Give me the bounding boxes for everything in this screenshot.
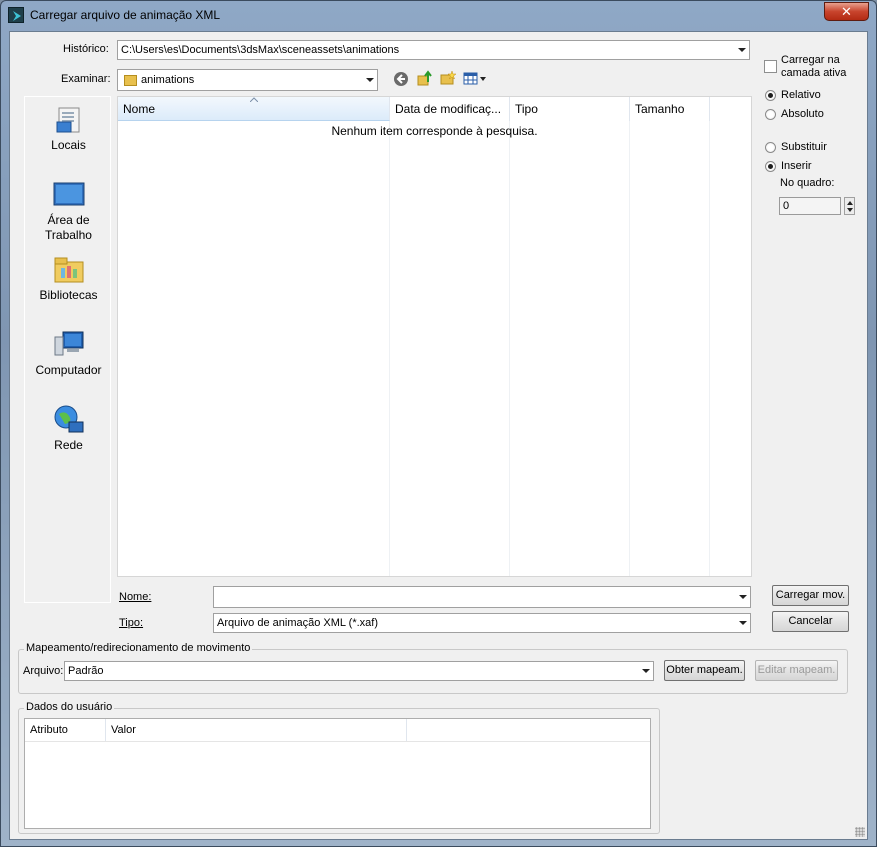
place-network[interactable]: Rede [25, 404, 112, 453]
place-label: Rede [54, 438, 83, 452]
mapping-file-select[interactable]: Padrão [64, 661, 654, 681]
history-value: C:\Users\es\Documents\3dsMax\sceneassets… [121, 44, 400, 56]
header-divider [25, 741, 650, 742]
column-label: Valor [111, 724, 136, 736]
column-header-value[interactable]: Valor [106, 719, 407, 741]
column-label: Nome [123, 102, 156, 116]
filetype-select[interactable]: Arquivo de animação XML (*.xaf) [213, 613, 751, 633]
mapping-group-title: Mapeamento/redirecionamento de movimento [24, 642, 253, 654]
chevron-down-icon [738, 48, 746, 52]
column-divider [629, 121, 630, 576]
at-frame-label: No quadro: [780, 177, 835, 189]
filetype-value: Arquivo de animação XML (*.xaf) [217, 617, 378, 629]
insert-radio[interactable] [765, 161, 776, 172]
filetype-label: Tipo: [119, 617, 144, 629]
place-desktop[interactable]: Área de Trabalho [25, 179, 112, 243]
empty-message: Nenhum item corresponde à pesquisa. [331, 124, 538, 138]
replace-label: Substituir [781, 141, 827, 153]
lookin-combobox[interactable]: animations [117, 69, 378, 91]
lookin-label: Examinar: [61, 73, 111, 85]
new-folder-icon[interactable] [440, 70, 457, 86]
relative-label: Relativo [781, 89, 821, 101]
absolute-label: Absoluto [781, 108, 824, 120]
view-menu-icon[interactable] [463, 71, 489, 87]
computer-icon [53, 329, 85, 361]
chevron-down-icon [642, 669, 650, 673]
column-header-size[interactable]: Tamanho [630, 97, 710, 121]
relative-radio[interactable] [765, 90, 776, 101]
place-label: Computador [35, 363, 102, 377]
network-icon [53, 404, 85, 436]
column-label: Data de modificaç... [395, 102, 502, 116]
column-label: Atributo [30, 724, 68, 736]
column-header-type[interactable]: Tipo [510, 97, 630, 121]
userdata-group-title: Dados do usuário [24, 701, 115, 713]
chevron-down-icon [739, 595, 747, 599]
column-header-name[interactable]: Nome [118, 97, 390, 121]
userdata-table[interactable]: Atributo Valor [24, 718, 651, 829]
mapping-file-value: Padrão [68, 665, 104, 677]
chevron-down-icon [366, 78, 374, 82]
sort-arrow-icon [250, 97, 258, 102]
at-frame-spinner[interactable] [844, 197, 855, 215]
replace-radio[interactable] [765, 142, 776, 153]
column-divider [509, 121, 510, 576]
filename-label: Nome: [119, 591, 152, 603]
libraries-icon [53, 254, 85, 286]
get-map-button[interactable]: Obter mapeam. [664, 660, 745, 681]
mapping-file-label: Arquivo: [23, 665, 64, 677]
edit-map-button[interactable]: Editar mapeam. [755, 660, 838, 681]
filename-input[interactable] [213, 586, 751, 608]
resize-grip-icon[interactable] [855, 827, 865, 837]
place-recent[interactable]: Locais [25, 104, 112, 153]
folder-icon [124, 74, 137, 86]
active-layer-checkbox[interactable] [764, 60, 777, 73]
dialog-window: Carregar arquivo de animação XML ✕ Histó… [0, 0, 877, 847]
cancel-button[interactable]: Cancelar [772, 611, 849, 632]
place-label: Área de Trabalho [45, 213, 92, 242]
lookin-value: animations [141, 74, 195, 86]
load-button[interactable]: Carregar mov. [772, 585, 849, 606]
title-bar[interactable]: Carregar arquivo de animação XML ✕ [1, 1, 876, 30]
active-layer-label: Carregar na camada ativa [781, 54, 847, 79]
window-title: Carregar arquivo de animação XML [30, 8, 221, 22]
place-libraries[interactable]: Bibliotecas [25, 254, 112, 303]
place-computer[interactable]: Computador [25, 329, 112, 378]
close-button[interactable]: ✕ [824, 2, 869, 21]
app-icon [8, 7, 24, 23]
file-list[interactable]: Nome Data de modificaç... Tipo Tamanho N… [117, 96, 752, 577]
column-header-date[interactable]: Data de modificaç... [390, 97, 510, 121]
up-folder-icon[interactable] [417, 70, 433, 86]
dialog-body: Histórico: C:\Users\es\Documents\3dsMax\… [9, 31, 868, 840]
place-label: Bibliotecas [39, 288, 98, 302]
column-divider [389, 121, 390, 576]
chevron-down-icon [739, 621, 747, 625]
recent-places-icon [53, 104, 85, 136]
place-label: Locais [51, 138, 86, 152]
column-divider [709, 121, 710, 576]
at-frame-input[interactable]: 0 [779, 197, 841, 215]
column-label: Tipo [515, 102, 538, 116]
spinner-up-icon [847, 201, 853, 205]
column-label: Tamanho [635, 102, 685, 116]
back-icon[interactable] [393, 71, 409, 87]
history-label: Histórico: [63, 43, 109, 55]
spinner-down-icon [847, 208, 853, 212]
column-header-attribute[interactable]: Atributo [25, 719, 106, 741]
absolute-radio[interactable] [765, 109, 776, 120]
places-bar: Locais Área de Trabalho Bibliotecas Comp… [24, 96, 111, 603]
desktop-icon [53, 179, 85, 211]
insert-label: Inserir [781, 160, 812, 172]
history-combobox[interactable]: C:\Users\es\Documents\3dsMax\sceneassets… [117, 40, 750, 60]
